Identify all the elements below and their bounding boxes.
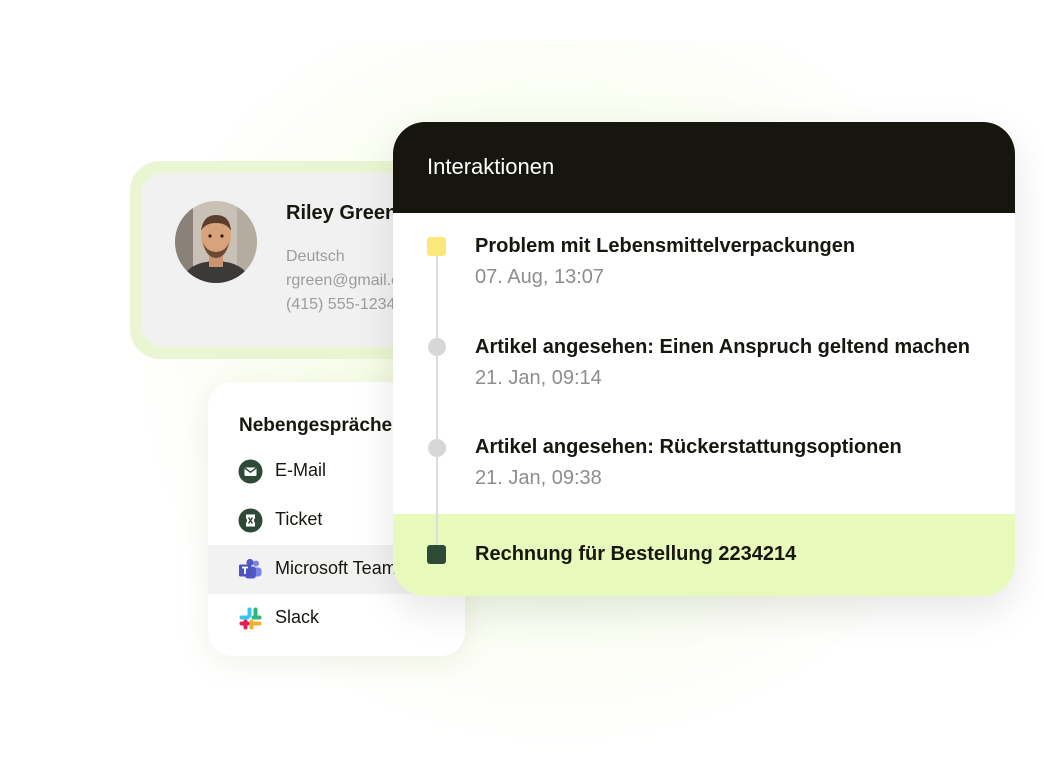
side-item-label: Ticket [275, 509, 323, 529]
ticket-icon [238, 508, 263, 533]
profile-phone[interactable]: (415) 555-1234 [286, 296, 395, 314]
interaction-title[interactable]: Artikel angesehen: Rückerstattungsoption… [475, 436, 902, 459]
side-item-label: Slack [275, 607, 320, 627]
side-item-slack[interactable]: Slack [208, 594, 465, 643]
side-item-label: E-Mail [275, 460, 327, 480]
side-item-label: Microsoft Teams [275, 558, 406, 578]
profile-name: Riley Green [286, 202, 398, 224]
profile-language: Deutsch [286, 248, 345, 265]
interactions-header: Interaktionen [393, 122, 1015, 213]
interaction-title[interactable]: Problem mit Lebensmittelverpackungen [475, 235, 855, 258]
yellow-square-marker [427, 237, 446, 256]
mail-icon [238, 459, 263, 484]
interaction-title[interactable]: Artikel angesehen: Einen Anspruch gelten… [475, 336, 970, 359]
interaction-title[interactable]: Rechnung für Bestellung 2234214 [475, 543, 796, 566]
interactions-panel: Interaktionen Problem mit Lebensmittelve… [393, 122, 1015, 596]
avatar [175, 201, 257, 283]
profile-card[interactable]: Riley Green Deutsch rgreen@gmail.com (41… [141, 173, 431, 347]
gray-dot-marker [428, 439, 446, 457]
interaction-date: 21. Jan, 09:14 [475, 367, 602, 389]
microsoft-teams-icon [238, 557, 263, 582]
slack-icon [238, 606, 263, 631]
green-square-marker [427, 545, 446, 564]
side-conversations-title: Nebengespräche [239, 415, 393, 436]
interaction-date: 21. Jan, 09:38 [475, 467, 602, 489]
gray-dot-marker [428, 338, 446, 356]
interaction-date: 07. Aug, 13:07 [475, 266, 605, 288]
interactions-title: Interaktionen [427, 154, 555, 179]
timeline-line [436, 247, 438, 555]
